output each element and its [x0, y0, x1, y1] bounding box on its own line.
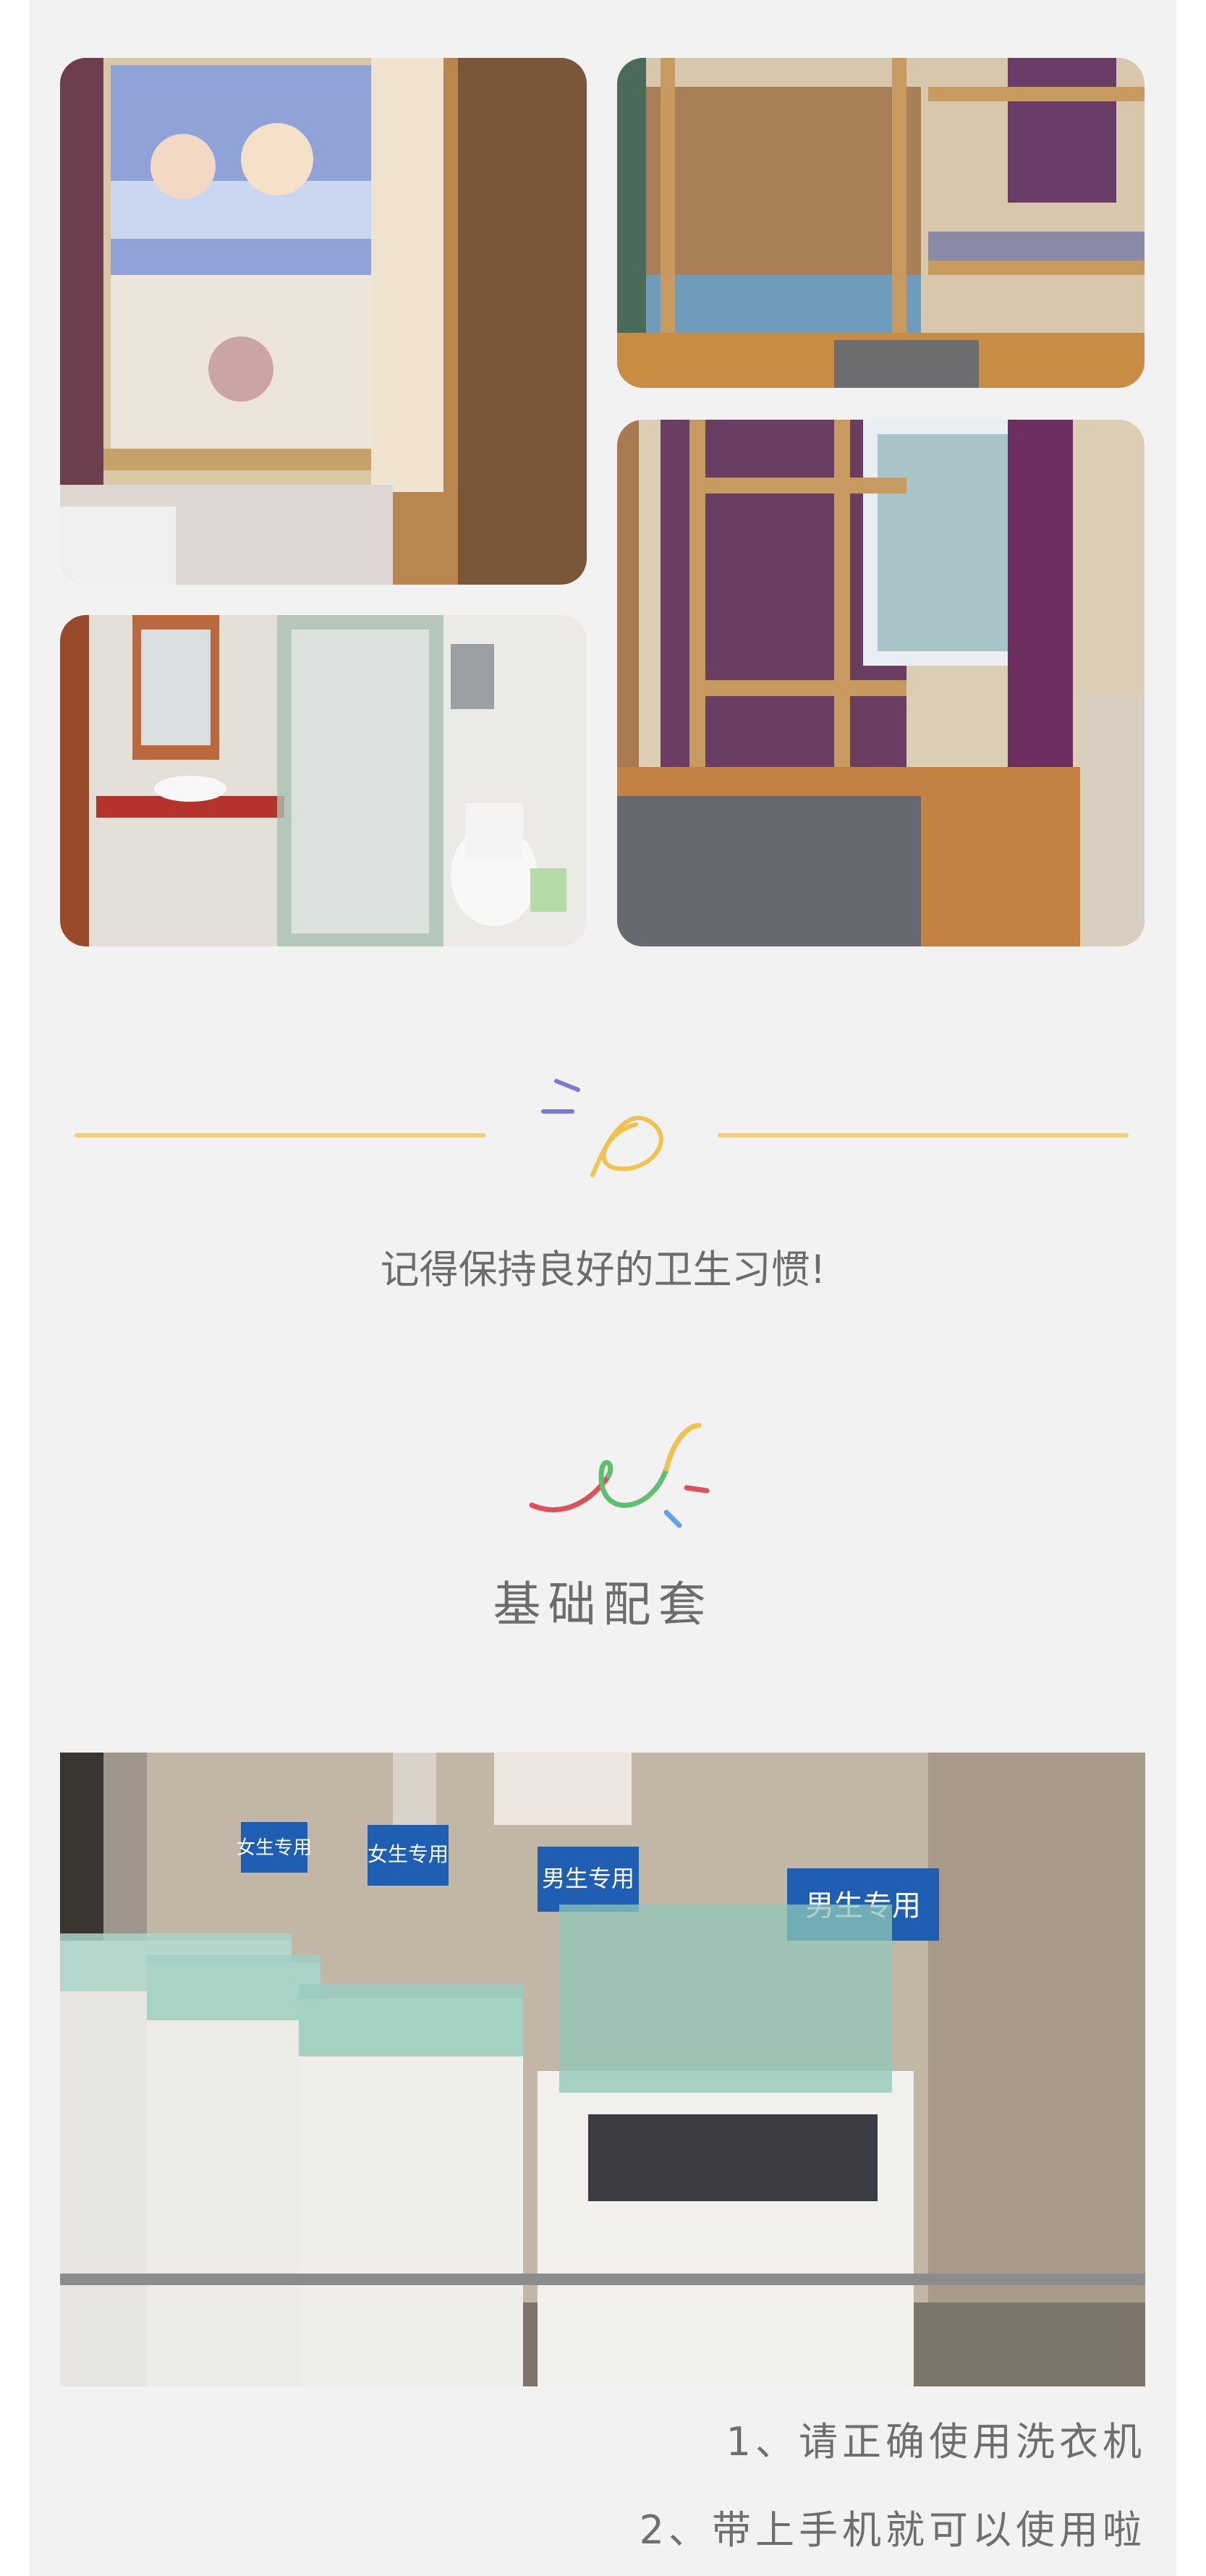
- section-title: 基础配套: [493, 1577, 713, 1632]
- laundry-sign-2: 女生专用: [368, 1842, 449, 1866]
- laundry-sign-1: 女生专用: [237, 1837, 312, 1859]
- laundry-note-1: 1、请正确使用洗衣机: [726, 2419, 1146, 2465]
- curtained-bed-photo: [60, 58, 587, 585]
- squiggle-doodle-icon: [541, 1079, 663, 1177]
- ribbon-doodle-icon: [529, 1423, 710, 1528]
- laundry-sign-3: 男生专用: [542, 1865, 634, 1892]
- hygiene-reminder-text: 记得保持良好的卫生习惯!: [380, 1247, 826, 1292]
- divider-line-left: [75, 1133, 485, 1137]
- laundry-photo: 女生专用 女生专用 男生专用 男生专用: [60, 1753, 1145, 2386]
- bathroom-photo: [60, 615, 587, 946]
- page: 记得保持良好的卫生习惯! 基础配套 女生专用 女生专用 男生专用 1、请正确使用…: [30, 0, 1176, 2576]
- dorm-room-photo-1: [617, 58, 1145, 388]
- laundry-note-2: 2、带上手机就可以使用啦: [639, 2507, 1146, 2553]
- divider-line-right: [718, 1133, 1129, 1137]
- dorm-room-photo-2: [617, 420, 1145, 946]
